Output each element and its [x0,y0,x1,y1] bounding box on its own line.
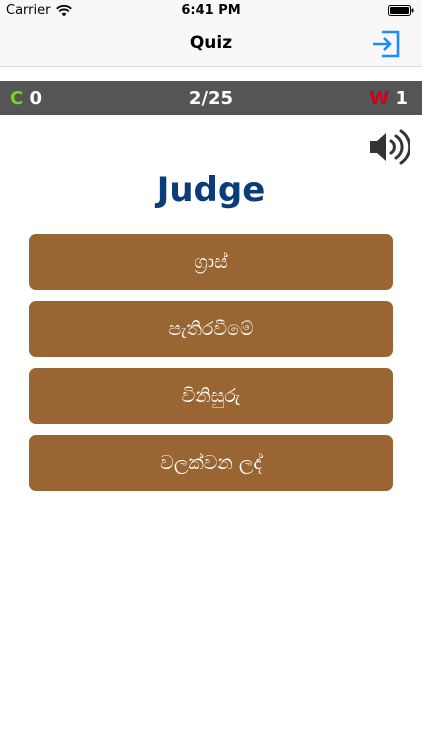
nav-title: Quiz [189,33,233,53]
wrong-count: 1 [395,88,408,109]
wrong-label: W [369,88,390,109]
answer-list: ග්‍රාස් පැතිරවීමේ විනිසුරු වලක්වන ලද් [29,234,393,502]
answer-button-2[interactable]: පැතිරවීමේ [29,301,393,357]
status-bar: Carrier 6:41 PM [0,0,422,22]
answer-button-3[interactable]: විනිසුරු [29,368,393,424]
status-time: 6:41 PM [181,3,241,18]
wrong-score: W 1 [369,88,408,109]
answer-label: විනිසුරු [181,385,241,407]
answer-label: ග්‍රාස් [194,251,228,273]
answer-button-1[interactable]: ග්‍රාස් [29,234,393,290]
score-bar: C 0 2/25 W 1 [0,81,422,115]
navigation-bar: Quiz [0,22,422,67]
speaker-icon[interactable] [368,128,410,166]
question-word: Judge [156,170,266,210]
answer-label: වලක්වන ලද් [160,452,262,474]
battery-icon [388,5,414,16]
answer-button-4[interactable]: වලක්වන ලද් [29,435,393,491]
question-progress: 2/25 [188,88,234,109]
exit-icon[interactable] [370,28,402,60]
answer-label: පැතිරවීමේ [168,318,254,340]
